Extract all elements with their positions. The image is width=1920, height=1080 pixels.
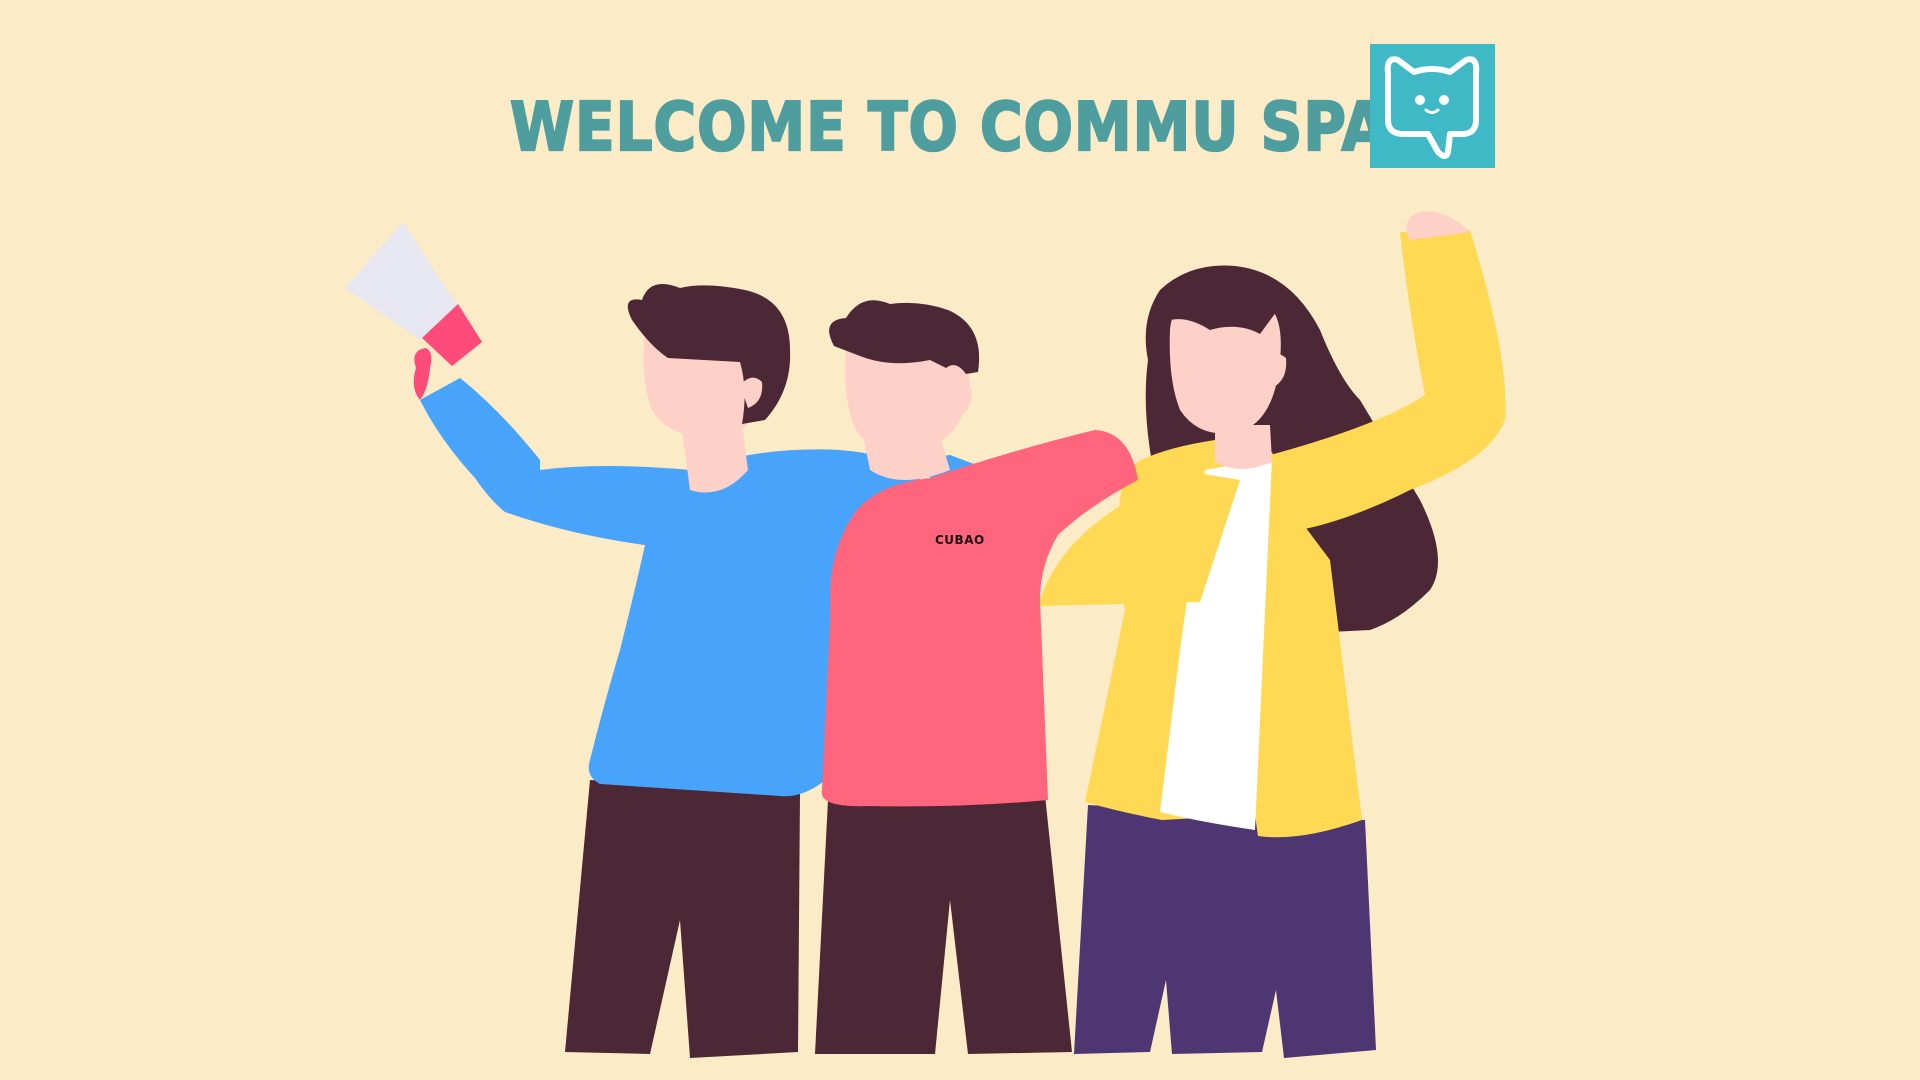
- woman-figure: [1074, 211, 1506, 1058]
- group-illustration: CUBAO: [345, 211, 1506, 1058]
- shirt-print-text: CUBAO: [935, 533, 985, 547]
- welcome-screen: WELCOME TO COMMU SPACE CUBAO: [0, 0, 1920, 1080]
